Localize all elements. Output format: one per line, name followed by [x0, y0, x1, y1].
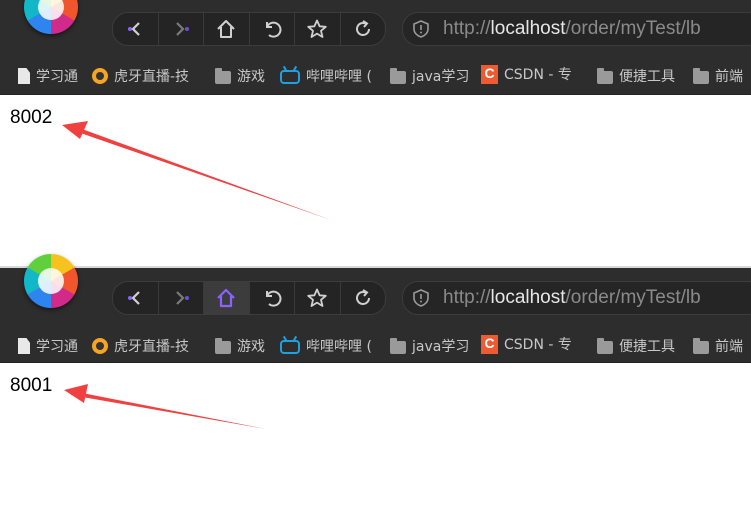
browser-logo[interactable]	[24, 254, 78, 308]
home-button[interactable]	[204, 13, 250, 45]
folder-icon	[215, 67, 231, 84]
page-content: 8001	[0, 363, 751, 517]
undo-button[interactable]	[250, 282, 295, 314]
page-content: 8002	[0, 95, 751, 268]
huya-icon	[92, 68, 108, 84]
bookmark-label: 学习通	[36, 339, 78, 355]
csdn-icon: C	[481, 334, 498, 354]
forward-icon	[175, 291, 189, 305]
star-icon	[307, 19, 327, 38]
annotation-arrow	[64, 384, 266, 429]
browser-toolbar: http://localhost/order/myTest/lb	[0, 0, 751, 58]
shield-icon	[413, 289, 429, 307]
bookmark-label: java学习	[412, 339, 470, 355]
bookmark-label: 虎牙直播-技	[114, 339, 190, 355]
navigation-buttons	[112, 281, 386, 315]
browser-screenshot-2: http://localhost/order/myTest/lb 学习通 虎牙直…	[0, 254, 751, 517]
folder-icon	[390, 337, 406, 354]
back-button[interactable]	[113, 282, 159, 314]
bookmark-xuexitong[interactable]: 学习通	[16, 336, 90, 356]
shield-icon	[413, 20, 429, 38]
folder-icon	[597, 67, 613, 84]
back-icon	[128, 291, 141, 305]
refresh-button[interactable]	[341, 13, 386, 45]
bookmark-label: 便捷工具	[619, 69, 675, 85]
refresh-icon	[355, 20, 370, 36]
bookmark-label: 便捷工具	[619, 339, 675, 355]
forward-button[interactable]	[159, 13, 204, 45]
bookmarks-bar: 学习通 虎牙直播-技 游戏 哔哩哔哩 ( java学习 C CSDN - 专 便捷…	[0, 328, 751, 363]
bookmark-label: 前端	[715, 69, 743, 85]
bookmark-label: 游戏	[237, 69, 265, 85]
bookmark-label: 前端	[715, 339, 743, 355]
bookmark-label: 虎牙直播-技	[114, 69, 190, 85]
bookmark-label: 哔哩哔哩 (	[306, 339, 372, 355]
home-icon	[217, 20, 235, 38]
page-icon	[18, 338, 30, 354]
folder-icon	[215, 337, 231, 354]
home-icon	[217, 288, 236, 308]
bookmark-label: java学习	[412, 69, 470, 85]
bookmark-label: 游戏	[237, 339, 265, 355]
folder-icon	[693, 67, 709, 84]
bookmark-label: CSDN - 专	[504, 67, 572, 83]
bookmark-java[interactable]: java学习	[390, 66, 476, 86]
forward-icon	[175, 22, 189, 36]
bookmark-games[interactable]: 游戏	[215, 336, 277, 356]
bookmark-label: 学习通	[36, 69, 78, 85]
huya-icon	[92, 338, 108, 354]
bookmark-huya[interactable]: 虎牙直播-技	[92, 336, 208, 356]
undo-icon	[265, 290, 282, 307]
bookmark-label: CSDN - 专	[504, 337, 572, 353]
favorite-button[interactable]	[295, 282, 341, 314]
bookmark-huya[interactable]: 虎牙直播-技	[92, 66, 208, 86]
folder-icon	[693, 337, 709, 354]
address-bar[interactable]: http://localhost/order/myTest/lb	[402, 281, 751, 315]
bookmark-tools[interactable]: 便捷工具	[597, 336, 687, 356]
bookmark-csdn[interactable]: C CSDN - 专	[481, 64, 587, 84]
bookmark-xuexitong[interactable]: 学习通	[16, 66, 90, 86]
browser-toolbar: http://localhost/order/myTest/lb	[0, 254, 751, 328]
bilibili-icon	[280, 70, 300, 84]
folder-icon	[597, 337, 613, 354]
undo-icon	[265, 21, 282, 38]
address-bar[interactable]: http://localhost/order/myTest/lb	[402, 12, 751, 46]
bookmark-games[interactable]: 游戏	[215, 66, 277, 86]
browser-logo[interactable]	[24, 0, 78, 34]
forward-button[interactable]	[159, 282, 204, 314]
bookmark-csdn[interactable]: C CSDN - 专	[481, 334, 587, 354]
url-text: http://localhost/order/myTest/lb	[443, 287, 701, 308]
bookmark-tools[interactable]: 便捷工具	[597, 66, 687, 86]
bookmark-frontend[interactable]: 前端	[693, 336, 751, 356]
page-icon	[18, 68, 30, 84]
bookmark-bilibili[interactable]: 哔哩哔哩 (	[280, 336, 376, 356]
bookmark-label: 哔哩哔哩 (	[306, 69, 372, 85]
refresh-icon	[355, 289, 370, 305]
bookmark-bilibili[interactable]: 哔哩哔哩 (	[280, 66, 376, 86]
undo-button[interactable]	[250, 13, 295, 45]
bookmarks-bar: 学习通 虎牙直播-技 游戏 哔哩哔哩 ( java学习 C CSDN - 专 便捷…	[0, 58, 751, 95]
annotation-arrow	[62, 121, 331, 220]
url-text: http://localhost/order/myTest/lb	[443, 18, 701, 39]
back-button[interactable]	[113, 13, 159, 45]
favorite-button[interactable]	[295, 13, 341, 45]
star-icon	[307, 288, 327, 307]
bookmark-frontend[interactable]: 前端	[693, 66, 751, 86]
home-button[interactable]	[204, 282, 250, 314]
bilibili-icon	[280, 340, 300, 354]
folder-icon	[390, 67, 406, 84]
navigation-buttons	[112, 12, 386, 46]
browser-screenshot-1: http://localhost/order/myTest/lb 学习通 虎牙直…	[0, 0, 751, 268]
back-icon	[128, 22, 141, 36]
refresh-button[interactable]	[341, 282, 386, 314]
csdn-icon: C	[481, 64, 498, 84]
bookmark-java[interactable]: java学习	[390, 336, 476, 356]
